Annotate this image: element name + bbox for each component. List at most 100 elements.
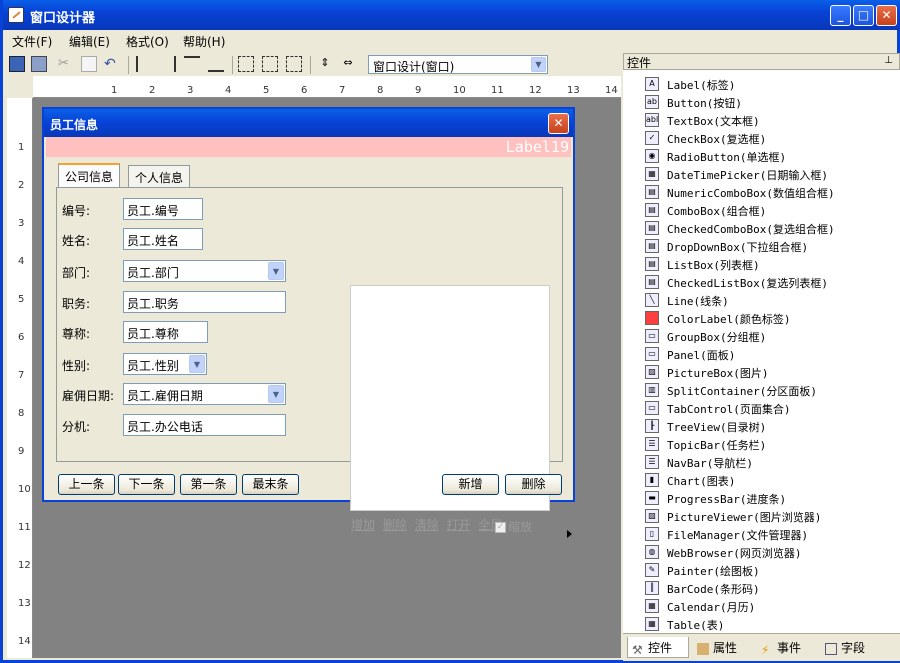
window-select[interactable]: 窗口设计(窗口) ▼ xyxy=(368,55,548,74)
first-record-button[interactable]: 第一条 xyxy=(180,474,237,495)
same-width-icon[interactable] xyxy=(238,56,254,72)
new-button[interactable]: 新增 xyxy=(442,474,499,495)
zoom-checkbox[interactable]: ✓ 缩放 xyxy=(495,518,532,535)
vertical-spacing-icon[interactable]: ⇕ xyxy=(317,56,333,72)
clear-link[interactable]: 清除 xyxy=(415,518,439,532)
menu-help[interactable]: 帮助(H) xyxy=(183,33,225,50)
align-top-icon[interactable] xyxy=(184,56,200,72)
field-input[interactable]: 员工.尊称 xyxy=(123,321,208,343)
ruler-tick-label: 3 xyxy=(18,218,25,229)
same-size-icon[interactable] xyxy=(286,56,302,72)
control-icon: ▦ xyxy=(645,167,659,181)
control-label: Panel(面板) xyxy=(667,349,736,362)
delete-button[interactable]: 删除 xyxy=(505,474,562,495)
control-icon: abl xyxy=(645,113,659,127)
field-input[interactable]: 员工.办公电话 xyxy=(123,414,286,436)
horizontal-ruler: 123456789101112131415 xyxy=(33,76,656,98)
lightning-icon: ⚡ xyxy=(761,642,770,657)
pin-icon[interactable]: ⊥ xyxy=(884,55,893,66)
ruler-tick-label: 4 xyxy=(225,85,232,96)
color-label[interactable]: Label19 xyxy=(46,137,571,157)
control-icon: ┠ xyxy=(645,419,659,433)
control-icon: ▤ xyxy=(645,221,659,235)
save-icon[interactable] xyxy=(9,56,25,72)
add-link[interactable]: 增加 xyxy=(351,518,375,532)
tab-fields[interactable]: 字段 xyxy=(821,637,883,658)
control-label: CheckedListBox(复选列表框) xyxy=(667,277,828,290)
vertical-ruler: 1 2 3 4 5 6 7 8 9 10 11 12 13 14 xyxy=(7,98,33,658)
field-value: 员工.编号 xyxy=(127,204,179,218)
control-icon: ▭ xyxy=(645,401,659,415)
copy-icon[interactable] xyxy=(81,56,97,72)
delete-link[interactable]: 删除 xyxy=(383,518,407,532)
chevron-down-icon[interactable]: ▼ xyxy=(531,57,546,72)
control-icon: ▤ xyxy=(645,257,659,271)
fields-icon xyxy=(825,642,837,655)
cut-icon[interactable]: ✂ xyxy=(58,56,74,72)
control-icon: ◉ xyxy=(645,149,659,163)
undo-icon[interactable]: ↶ xyxy=(104,56,120,72)
panel-tabs: ⚒ 控件 属性 ⚡ 事件 字段 xyxy=(623,633,900,661)
same-height-icon[interactable] xyxy=(262,56,278,72)
control-label: GroupBox(分组框) xyxy=(667,331,767,344)
control-icon: ▤ xyxy=(645,185,659,199)
field-input[interactable]: 员工.姓名 xyxy=(123,228,203,250)
minimize-button[interactable]: _ xyxy=(830,5,851,26)
ruler-tick-label: 2 xyxy=(149,85,156,96)
form-close-button[interactable]: ✕ xyxy=(548,113,569,134)
control-icon: ✓ xyxy=(645,131,659,145)
menu-file[interactable]: 文件(F) xyxy=(12,33,52,50)
controls-panel: 控件 ⊥ A Label(标签) ab Button(按钮) abl TextBox(文本… xyxy=(623,53,900,661)
label9-text: Label19 xyxy=(505,138,569,156)
next-record-button[interactable]: 下一条 xyxy=(118,474,175,495)
ruler-tick-label: 2 xyxy=(18,180,25,191)
prev-record-button[interactable]: 上一条 xyxy=(58,474,115,495)
tab-personal-info[interactable]: 个人信息 xyxy=(128,165,191,187)
field-select[interactable]: 员工.雇佣日期 ▼ xyxy=(123,383,286,405)
ruler-tick-label: 8 xyxy=(18,408,25,419)
menu-edit[interactable]: 编辑(E) xyxy=(69,33,110,50)
field-select[interactable]: 员工.性别 ▼ xyxy=(123,353,207,375)
control-icon: ▦ xyxy=(645,617,659,631)
tab-properties[interactable]: 属性 xyxy=(693,637,755,658)
field-input[interactable]: 员工.职务 xyxy=(123,291,286,313)
chevron-down-icon[interactable]: ▼ xyxy=(268,262,284,280)
field-input[interactable]: 员工.编号 xyxy=(123,198,203,220)
field-value: 员工.雇佣日期 xyxy=(127,389,203,403)
open-link[interactable]: 打开 xyxy=(447,518,471,532)
field-label: 部门: xyxy=(62,266,91,280)
control-label: ColorLabel(颜色标签) xyxy=(667,313,791,326)
field-label: 性别: xyxy=(62,359,91,373)
tab-controls[interactable]: ⚒ 控件 xyxy=(627,637,689,658)
ruler-tick-label: 6 xyxy=(18,332,25,343)
horizontal-spacing-icon[interactable]: ⇔ xyxy=(340,56,356,72)
last-record-button[interactable]: 最末条 xyxy=(242,474,299,495)
field-select[interactable]: 员工.部门 ▼ xyxy=(123,260,286,282)
maximize-button[interactable]: □ xyxy=(853,5,874,26)
save-all-icon[interactable] xyxy=(31,56,47,72)
play-arrow-icon[interactable] xyxy=(567,530,572,538)
ruler-tick-label: 4 xyxy=(18,256,25,267)
ruler-tick-label: 8 xyxy=(377,85,384,96)
control-label: DateTimePicker(日期输入框) xyxy=(667,169,828,182)
align-right-icon[interactable] xyxy=(160,56,176,72)
title-bar: 窗口设计器 _ □ ✕ xyxy=(3,0,900,30)
tab-events-label: 事件 xyxy=(777,641,802,655)
menu-format[interactable]: 格式(O) xyxy=(126,33,169,50)
control-icon: ▨ xyxy=(645,509,659,523)
properties-icon xyxy=(697,642,709,655)
close-button[interactable]: ✕ xyxy=(876,5,897,26)
zoom-label: 缩放 xyxy=(508,520,533,534)
form-window[interactable]: 员工信息 ✕ Label19 公司信息 个人信息 增加 删除 清除 打开 全屏 … xyxy=(42,107,575,538)
ruler-tick-label: 5 xyxy=(263,85,270,96)
chevron-down-icon[interactable]: ▼ xyxy=(189,355,205,373)
ruler-tick-label: 9 xyxy=(415,85,422,96)
align-bottom-icon[interactable] xyxy=(208,56,224,72)
chevron-down-icon[interactable]: ▼ xyxy=(268,385,284,403)
align-left-icon[interactable] xyxy=(136,56,152,72)
ruler-tick-label: 13 xyxy=(567,85,580,96)
control-icon: ║ xyxy=(645,581,659,595)
tab-control: 公司信息 个人信息 增加 删除 清除 打开 全屏 ✓ 缩放 编号: 员工.编号 姓名:… xyxy=(56,163,572,538)
tab-company-info[interactable]: 公司信息 xyxy=(58,163,121,187)
tab-events[interactable]: ⚡ 事件 xyxy=(757,637,819,658)
